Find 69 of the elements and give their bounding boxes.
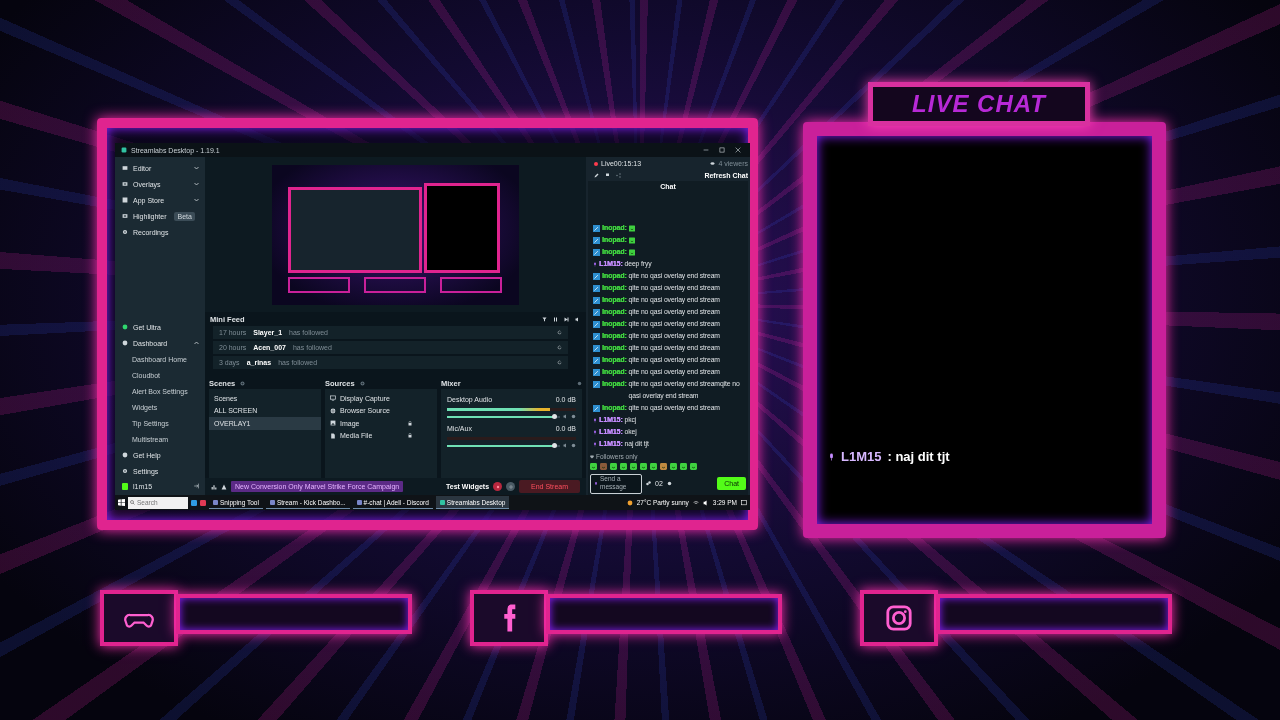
app-logo-icon [121,147,127,153]
emote-icon [628,248,635,256]
emote-icon[interactable] [620,463,627,470]
app-icon [213,499,218,505]
lock-icon[interactable] [408,420,412,426]
app-icon [356,499,362,505]
emote-icon[interactable] [670,463,677,470]
warning-icon [221,483,227,490]
add-icon[interactable] [359,380,365,386]
share-icon[interactable] [616,173,621,178]
replay-button[interactable] [506,482,516,491]
eye-icon [710,161,716,166]
chat-message-text: : naj dit tjt [887,449,950,464]
record-icon [495,484,500,489]
replay-icon [508,484,513,489]
add-icon[interactable] [240,380,246,386]
replay-icon[interactable] [557,345,562,350]
emote-icon[interactable] [610,463,617,470]
record-button[interactable] [493,482,503,491]
pencil-icon[interactable] [594,173,599,178]
gear-icon[interactable] [571,443,576,448]
app-icon [269,499,275,505]
maximize-button[interactable] [716,147,728,153]
maximize-icon [719,147,725,153]
gear-icon[interactable] [577,380,582,386]
volume-icon[interactable] [575,316,580,322]
microphone-icon [594,480,598,487]
emote-icon[interactable] [590,463,597,470]
pause-icon[interactable] [553,316,558,322]
emote-icon[interactable] [640,463,647,470]
notification-icon[interactable] [741,499,747,506]
replay-icon[interactable] [557,330,562,335]
camera-icon [885,604,913,632]
minimize-icon [703,147,709,153]
chat-username: L1M15 [841,449,882,464]
image-icon [330,420,336,427]
wifi-icon[interactable] [692,499,699,506]
close-icon [735,147,741,153]
settings-icon [122,468,128,474]
speaker-icon[interactable] [702,499,709,506]
emote-icon[interactable] [660,463,667,470]
file-icon [330,432,336,439]
replay-icon[interactable] [557,360,562,365]
emote-icon[interactable] [690,463,697,470]
monitor-icon [330,395,336,402]
logout-icon [193,483,199,489]
sun-icon [626,499,633,506]
app-icon [439,499,445,505]
windows-start-icon[interactable] [118,499,125,506]
gear-icon[interactable] [571,414,576,419]
live-chat-title: LIVE CHAT [912,90,1046,118]
settings-icon[interactable] [666,481,672,486]
emote-icon[interactable] [680,463,687,470]
volume-slider[interactable] [447,444,560,447]
filter-icon[interactable] [542,316,547,322]
search-icon [130,500,135,505]
heart-icon [590,454,594,459]
globe-icon [330,407,336,414]
emote-icon [628,236,635,244]
gear-icon [122,229,128,235]
live-dot [594,161,598,166]
user-avatar [122,482,128,490]
emote-icon [628,224,635,232]
emote-icon[interactable] [650,463,657,470]
bar-chart-icon [211,483,217,490]
volume-slider[interactable] [447,415,560,418]
skip-icon[interactable] [564,316,569,322]
lock-icon[interactable] [408,433,412,439]
emote-icon[interactable] [630,463,637,470]
